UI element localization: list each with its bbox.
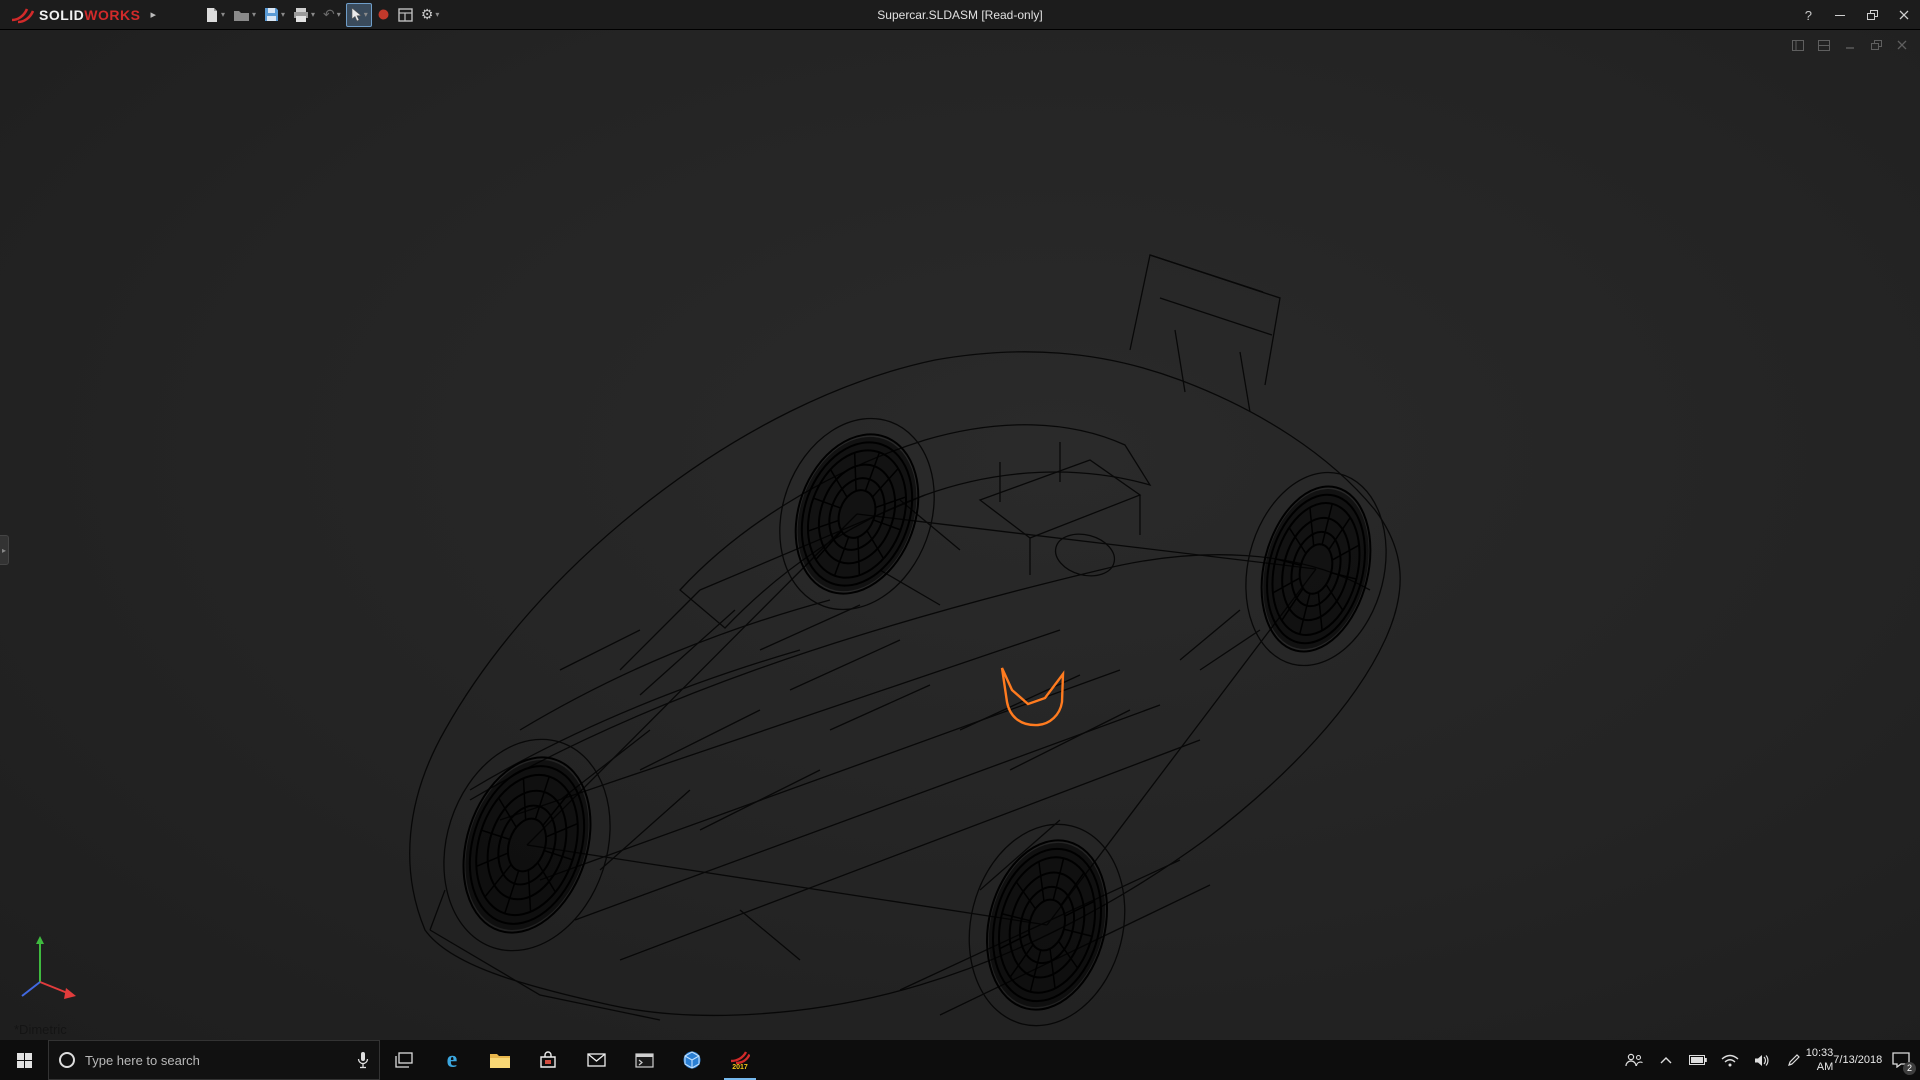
undo-icon: ↶ bbox=[323, 6, 335, 22]
document-window-controls bbox=[1790, 38, 1910, 52]
save-floppy-icon bbox=[265, 8, 279, 21]
close-button[interactable] bbox=[1888, 0, 1920, 30]
select-tool-button[interactable]: ▾ bbox=[345, 2, 372, 27]
file-explorer-icon bbox=[490, 1053, 510, 1068]
window-controls: ? bbox=[1793, 0, 1920, 30]
dropdown-arrow-icon[interactable]: ▾ bbox=[364, 10, 368, 19]
speaker-icon bbox=[1755, 1054, 1769, 1066]
options-button[interactable]: ⚙ ▾ bbox=[418, 3, 443, 27]
print-icon bbox=[294, 7, 309, 22]
minimize-button[interactable] bbox=[1824, 0, 1856, 30]
dropdown-arrow-icon[interactable]: ▾ bbox=[221, 10, 225, 19]
mail-envelope-icon bbox=[586, 1053, 606, 1067]
notification-count-badge: 2 bbox=[1903, 1062, 1916, 1075]
command-prompt-icon bbox=[634, 1052, 654, 1068]
macro-record-button[interactable] bbox=[374, 3, 393, 27]
show-hidden-icons-button[interactable] bbox=[1650, 1040, 1682, 1080]
people-icon bbox=[1625, 1053, 1643, 1067]
edge-icon: e bbox=[446, 1046, 458, 1073]
search-placeholder: Type here to search bbox=[85, 1052, 200, 1068]
open-button[interactable]: ▾ bbox=[230, 3, 259, 27]
car-body-wireframe bbox=[409, 254, 1401, 1027]
close-icon bbox=[1899, 10, 1909, 20]
solidworks-app-icon: 2017 bbox=[726, 1046, 754, 1074]
taskbar-search[interactable]: Type here to search bbox=[48, 1040, 380, 1080]
save-button[interactable]: ▾ bbox=[261, 3, 288, 27]
volume-button[interactable] bbox=[1746, 1040, 1778, 1080]
restore-button[interactable] bbox=[1856, 0, 1888, 30]
dropdown-arrow-icon[interactable]: ▾ bbox=[311, 10, 315, 19]
task-view-icon bbox=[395, 1052, 413, 1068]
view-orientation-label: *Dimetric bbox=[14, 1022, 67, 1037]
battery-icon bbox=[1689, 1055, 1707, 1065]
help-button[interactable]: ? bbox=[1793, 8, 1824, 23]
solidworks-wordmark: SOLIDWORKS bbox=[39, 6, 141, 23]
restore-icon bbox=[1866, 10, 1878, 20]
solidworks-logo: SOLIDWORKS bbox=[0, 6, 148, 24]
taskbar-clock[interactable]: 10:33 AM 7/13/2018 bbox=[1806, 1040, 1883, 1080]
task-view-button[interactable] bbox=[380, 1040, 428, 1080]
dropdown-arrow-icon[interactable]: ▾ bbox=[281, 10, 285, 19]
car-wheels-wireframe bbox=[462, 433, 1372, 1011]
chevron-up-icon bbox=[1660, 1057, 1672, 1064]
microphone-icon[interactable] bbox=[357, 1051, 369, 1069]
properties-table-icon bbox=[398, 7, 413, 22]
edge-button[interactable]: e bbox=[428, 1040, 476, 1080]
doc-close-button[interactable] bbox=[1894, 38, 1910, 52]
quick-access-toolbar: ▾ ▾ ▾ ▾ ↶ ▾ ▾ ⚙ ▾ bbox=[202, 2, 443, 27]
dropdown-arrow-icon[interactable]: ▾ bbox=[435, 10, 439, 19]
network-button[interactable] bbox=[1714, 1040, 1746, 1080]
store-button[interactable] bbox=[524, 1040, 572, 1080]
windows-taskbar: Type here to search e 2017 10:33 AM 7/13… bbox=[0, 1040, 1920, 1080]
clock-time: 10:33 AM bbox=[1805, 1047, 1834, 1073]
document-title: Supercar.SLDASM [Read-only] bbox=[877, 7, 1043, 22]
print-button[interactable]: ▾ bbox=[290, 3, 318, 27]
system-tray: 10:33 AM 7/13/2018 2 bbox=[1618, 1040, 1920, 1080]
solidworks-ds-icon bbox=[11, 7, 34, 23]
wireframe-model[interactable] bbox=[0, 30, 1920, 1040]
minimize-icon bbox=[1835, 14, 1845, 16]
cortana-search-icon bbox=[59, 1052, 75, 1068]
people-button[interactable] bbox=[1618, 1040, 1650, 1080]
undo-button[interactable]: ↶ ▾ bbox=[320, 3, 344, 27]
doc-restore-button[interactable] bbox=[1868, 38, 1884, 52]
menu-flyout-arrow-icon[interactable]: ▸ bbox=[150, 8, 156, 21]
dropdown-arrow-icon[interactable]: ▾ bbox=[252, 10, 256, 19]
pane-split-button[interactable] bbox=[1816, 38, 1832, 52]
solidworks-version-badge: 2017 bbox=[732, 1063, 748, 1071]
open-folder-icon bbox=[234, 10, 249, 21]
solidworks-2017-button[interactable]: 2017 bbox=[716, 1040, 764, 1080]
battery-button[interactable] bbox=[1682, 1040, 1714, 1080]
properties-button[interactable] bbox=[395, 3, 416, 27]
orientation-triad bbox=[21, 936, 76, 999]
doc-minimize-button[interactable] bbox=[1842, 38, 1858, 52]
pane-button[interactable] bbox=[1790, 38, 1806, 52]
store-bag-icon bbox=[540, 1051, 556, 1068]
windows-logo-icon bbox=[16, 1052, 32, 1068]
edrawings-button[interactable] bbox=[668, 1040, 716, 1080]
options-gear-icon: ⚙ bbox=[420, 6, 434, 22]
new-document-icon bbox=[206, 7, 217, 22]
mail-button[interactable] bbox=[572, 1040, 620, 1080]
clock-date: 7/13/2018 bbox=[1833, 1054, 1883, 1066]
graphics-viewport[interactable]: ▸ *Dimetric bbox=[0, 30, 1920, 1040]
select-cursor-icon bbox=[351, 7, 362, 22]
macro-record-icon bbox=[378, 9, 389, 20]
action-center-button[interactable]: 2 bbox=[1882, 1040, 1920, 1080]
wifi-icon bbox=[1721, 1054, 1739, 1066]
pen-icon bbox=[1788, 1054, 1800, 1066]
file-explorer-button[interactable] bbox=[476, 1040, 524, 1080]
edrawings-icon bbox=[683, 1051, 701, 1069]
dropdown-arrow-icon[interactable]: ▾ bbox=[337, 10, 341, 19]
command-prompt-button[interactable] bbox=[620, 1040, 668, 1080]
solidworks-titlebar: SOLIDWORKS ▸ ▾ ▾ ▾ ▾ ↶ ▾ ▾ ⚙ ▾ Supercar.… bbox=[0, 0, 1920, 30]
new-document-button[interactable]: ▾ bbox=[202, 3, 228, 27]
start-button[interactable] bbox=[0, 1040, 48, 1080]
